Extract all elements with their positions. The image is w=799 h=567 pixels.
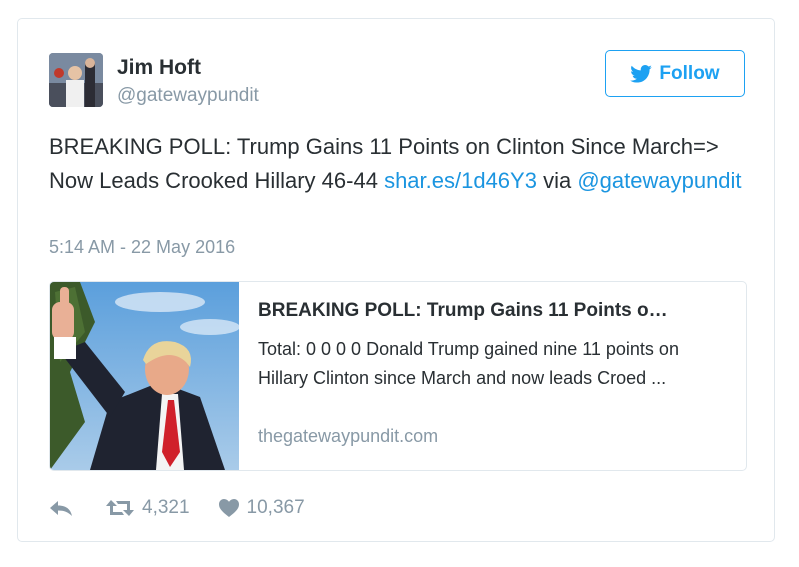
follow-label: Follow (659, 62, 720, 84)
like-button[interactable]: 10,367 (218, 497, 305, 519)
author-handle[interactable]: @gatewaypundit (117, 85, 259, 107)
retweet-count: 4,321 (142, 497, 190, 518)
card-title: BREAKING POLL: Trump Gains 11 Points o… (258, 300, 668, 321)
tweet-card: Jim Hoft @gatewaypundit Follow BREAKING … (17, 18, 775, 542)
reply-button[interactable] (49, 498, 73, 518)
card-image (50, 282, 239, 470)
card-domain: thegatewaypundit.com (258, 426, 439, 446)
retweet-icon (106, 500, 134, 516)
retweet-button[interactable]: 4,321 (105, 497, 190, 519)
avatar[interactable] (49, 53, 103, 107)
twitter-bird-icon (630, 64, 653, 83)
tweet-actions: 4,321 10,367 (49, 495, 305, 521)
follow-button[interactable]: Follow (605, 50, 745, 97)
tweet-text-part2: via (536, 168, 578, 193)
author-name[interactable]: Jim Hoft (117, 56, 201, 80)
card-description: Total: 0 0 0 0 Donald Trump gained nine … (258, 339, 679, 388)
tweet-text: BREAKING POLL: Trump Gains 11 Points on … (49, 130, 749, 198)
reply-icon (50, 501, 72, 516)
tweet-timestamp[interactable]: 5:14 AM - 22 May 2016 (49, 237, 235, 258)
like-count: 10,367 (246, 497, 305, 518)
tweet-mention[interactable]: @gatewaypundit (577, 168, 741, 193)
link-card[interactable]: BREAKING POLL: Trump Gains 11 Points o… … (49, 281, 747, 471)
heart-icon (218, 499, 239, 517)
tweet-link[interactable]: shar.es/1d46Y3 (384, 168, 537, 193)
